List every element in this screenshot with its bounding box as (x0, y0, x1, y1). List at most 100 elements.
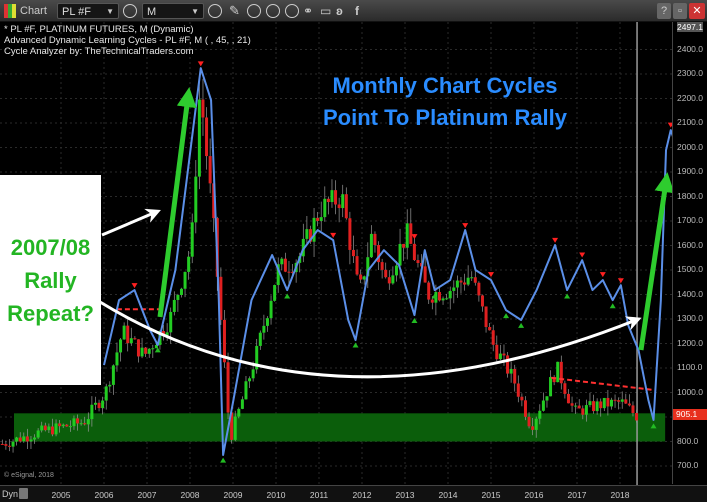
candle (405, 223, 409, 248)
last-price-tag: 905.1 (673, 409, 707, 420)
candle (151, 348, 155, 350)
symbol-search-icon[interactable] (123, 4, 137, 18)
candle (359, 274, 363, 280)
callout-line1: 2007/08 (10, 234, 91, 260)
headline-annotation: Monthly Chart Cycles Point To Platinum R… (300, 70, 590, 134)
candle (79, 423, 83, 425)
candle (319, 217, 323, 221)
candle (126, 325, 130, 344)
price-tick-label: 700.0 (677, 460, 699, 470)
candle (86, 419, 90, 425)
candle (83, 423, 87, 425)
candle (509, 368, 513, 374)
white-arrow (99, 300, 642, 379)
candle (412, 243, 416, 261)
candle (22, 436, 26, 442)
candle (613, 399, 617, 401)
year-tick-label: 2007 (137, 490, 157, 500)
close-button[interactable]: ✕ (689, 3, 705, 19)
candle (47, 426, 51, 431)
candle (40, 425, 44, 431)
cycle-trough-marker (609, 303, 616, 309)
play-icon[interactable] (266, 4, 280, 18)
candle (68, 426, 72, 428)
candle (455, 280, 459, 288)
candle (495, 344, 499, 360)
candle (93, 402, 97, 405)
candle (531, 426, 535, 430)
time-axis[interactable]: Dyn 2005 2006 2007 2008 2009 2010 2011 2012 2013… (0, 485, 707, 502)
candle (201, 99, 205, 118)
twitter-icon[interactable]: ʚ (336, 3, 343, 19)
copyright: © eSignal, 2018 (4, 472, 54, 479)
candle (635, 412, 639, 421)
candle (384, 269, 388, 278)
legend-symbol: * PL #F, PLATINUM FUTURES, M (Dynamic) (4, 24, 194, 35)
price-tick-label: 1800.0 (677, 190, 703, 201)
candle (172, 299, 176, 312)
candle (312, 217, 316, 242)
app-icon (4, 4, 16, 18)
symbol-input[interactable]: PL #F ▼ (57, 3, 119, 19)
candle (179, 288, 183, 295)
cycle-trough-marker (518, 322, 525, 328)
candle (437, 292, 441, 301)
callout-line2: Rally (24, 267, 77, 293)
chevron-down-icon[interactable]: ▼ (191, 4, 199, 20)
candle (187, 256, 191, 272)
interval-input[interactable]: M ▼ (142, 3, 204, 19)
candle (237, 408, 241, 417)
restore-button[interactable]: ▫ (673, 3, 687, 19)
candle (61, 424, 65, 427)
candle (265, 318, 269, 326)
alert-icon[interactable] (285, 4, 299, 18)
candle (409, 223, 413, 244)
chart-legend: * PL #F, PLATINUM FUTURES, M (Dynamic) A… (4, 24, 251, 57)
cycle-peak-marker (462, 223, 469, 229)
candle (470, 277, 474, 279)
candle (323, 198, 327, 218)
candle (33, 437, 37, 440)
clock-icon[interactable] (208, 4, 222, 18)
candle (566, 393, 570, 404)
candle (402, 243, 406, 248)
candle (592, 401, 596, 412)
candle (466, 277, 470, 285)
candle (445, 298, 449, 300)
pencil-icon[interactable]: ✎ (229, 3, 240, 19)
candle (58, 423, 62, 427)
link-icon[interactable]: ⚭ (303, 3, 313, 19)
candle (348, 218, 352, 250)
help-button[interactable]: ? (657, 3, 671, 19)
chevron-down-icon[interactable]: ▼ (106, 4, 114, 20)
year-tick-label: 2011 (309, 490, 329, 500)
facebook-icon[interactable]: f (355, 3, 359, 19)
price-tick-label: 1400.0 (677, 288, 703, 299)
candle (140, 347, 144, 357)
candle (588, 401, 592, 406)
candle (502, 353, 506, 356)
callout-box: 2007/08 Rally Repeat? (0, 175, 101, 385)
candle (280, 258, 284, 265)
candle (620, 399, 624, 402)
candle (334, 190, 338, 205)
refresh-icon[interactable] (247, 4, 261, 18)
headline-line2: Point To Platinum Rally (322, 105, 568, 130)
candle (538, 410, 542, 419)
axis-mode-toggle[interactable] (19, 488, 28, 499)
candle (534, 418, 538, 430)
candle (283, 258, 287, 272)
candle (344, 194, 348, 219)
headline-line1: Monthly Chart Cycles (332, 73, 558, 98)
candle (631, 405, 635, 413)
price-tick-label: 1000.0 (677, 386, 703, 397)
year-tick-label: 2008 (180, 490, 200, 500)
cycle-trough-marker (220, 457, 227, 463)
cycle-peak-marker (411, 234, 418, 240)
candle (251, 369, 255, 379)
interval-value: M (147, 6, 157, 18)
candle (36, 430, 40, 438)
comment-icon[interactable]: ▭ (320, 3, 331, 19)
candle (513, 368, 517, 384)
candle (144, 347, 148, 354)
